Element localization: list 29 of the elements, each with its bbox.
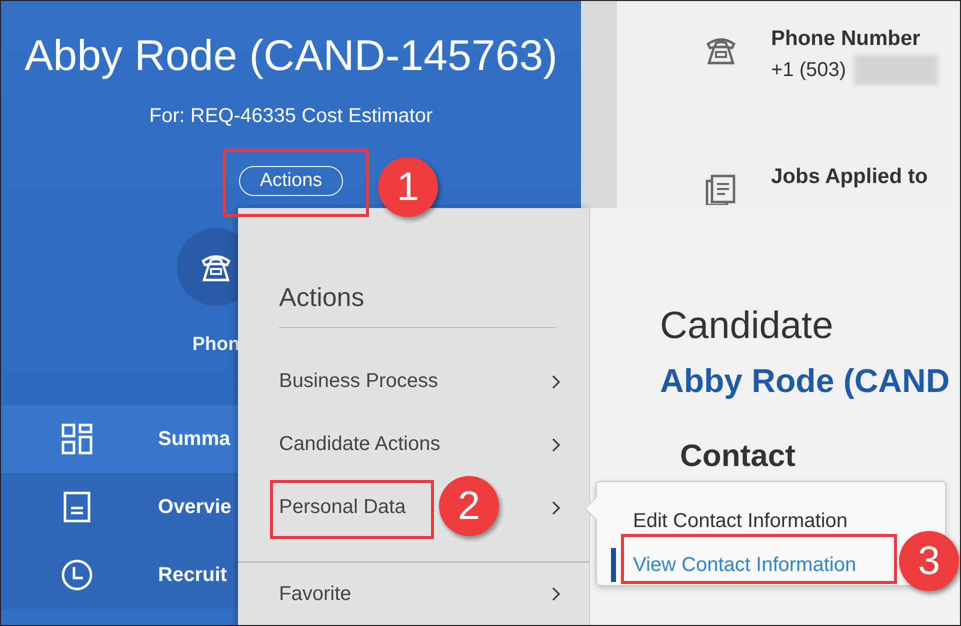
menu-heading: Actions bbox=[279, 282, 556, 328]
nav-label: Overvie bbox=[158, 496, 232, 518]
section-heading: Contact bbox=[680, 438, 796, 474]
grid-icon bbox=[61, 423, 93, 455]
panel-heading: Candidate bbox=[660, 304, 834, 348]
phone-number: +1 (503) bbox=[771, 58, 846, 82]
menu-item[interactable]: Candidate Actions bbox=[279, 429, 440, 460]
chevron-right-icon bbox=[551, 500, 561, 516]
document-icon bbox=[61, 491, 93, 523]
menu-item[interactable]: Business Process bbox=[279, 366, 438, 397]
nav-label: Recruit bbox=[158, 564, 227, 586]
requisition-label: For: REQ-46335 Cost Estimator bbox=[149, 105, 433, 128]
field-label: Phone Number bbox=[771, 27, 922, 51]
nav-label: Summa bbox=[158, 428, 230, 450]
menu-item[interactable]: Favorite bbox=[279, 578, 352, 610]
chevron-right-icon bbox=[551, 374, 561, 390]
selection-bar bbox=[611, 548, 616, 582]
chevron-right-icon bbox=[551, 586, 561, 602]
actions-button[interactable]: Actions bbox=[238, 166, 344, 196]
field-label: Jobs Applied to bbox=[771, 165, 928, 189]
quick-action-label: Phon bbox=[192, 334, 240, 356]
clock-icon bbox=[61, 559, 93, 591]
documents-icon bbox=[705, 173, 737, 205]
chevron-right-icon bbox=[551, 436, 561, 452]
menu-item[interactable]: Personal Data bbox=[279, 492, 406, 523]
submenu-item[interactable]: Edit Contact Information bbox=[633, 506, 848, 536]
submenu-item[interactable]: View Contact Information bbox=[633, 550, 856, 580]
candidate-title: Abby Rode (CAND-145763) bbox=[24, 33, 558, 79]
candidate-link[interactable]: Abby Rode (CAND bbox=[660, 362, 950, 400]
